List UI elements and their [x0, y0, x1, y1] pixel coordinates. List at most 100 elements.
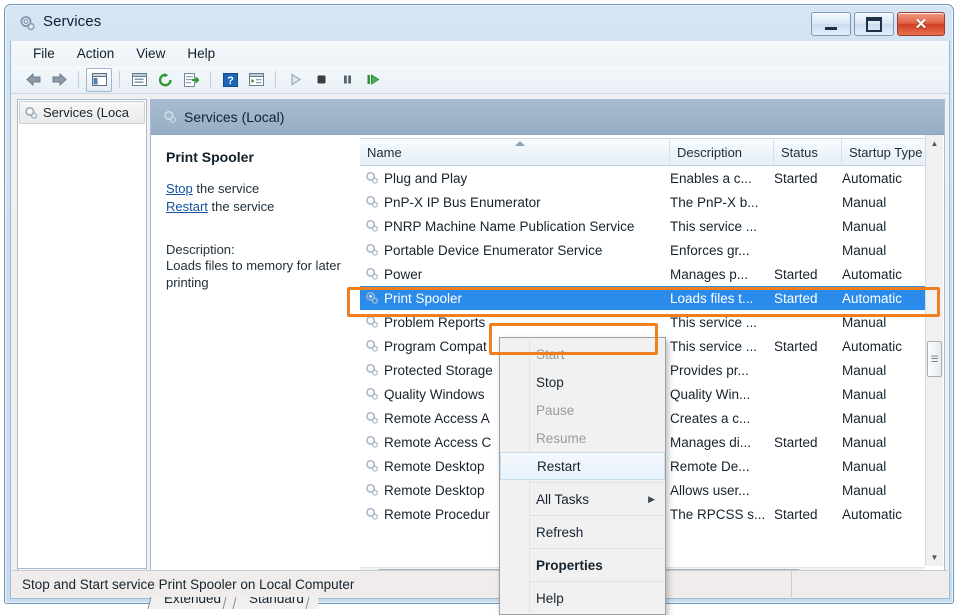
cell-name: Problem Reports — [360, 315, 670, 330]
cell-description: Loads files t... — [670, 290, 754, 306]
scroll-thumb[interactable]: ☰ — [927, 341, 942, 377]
service-gear-icon — [365, 387, 379, 401]
minimize-icon — [825, 26, 837, 30]
context-menu-item-pause: Pause — [500, 396, 665, 424]
service-gear-icon — [365, 291, 379, 305]
context-menu-item-label: Stop — [536, 374, 564, 390]
table-row[interactable]: Print Spooler Loads files t... Started Auto… — [360, 286, 943, 310]
list-vertical-scrollbar[interactable]: ▲ ☰ ▼ — [925, 135, 943, 566]
cell-description: Provides pr... — [670, 362, 749, 378]
service-gear-icon — [365, 195, 379, 209]
service-name: PnP-X IP Bus Enumerator — [384, 194, 541, 210]
table-row[interactable]: Power Manages p... Started Automatic — [360, 262, 943, 286]
service-gear-icon — [365, 483, 379, 497]
cell-description: This service ... — [670, 218, 758, 234]
stop-service-icon[interactable] — [309, 69, 333, 91]
service-gear-icon — [365, 459, 379, 473]
cell-status: Started — [774, 170, 818, 186]
restart-service-icon[interactable] — [361, 69, 385, 91]
service-gear-icon — [365, 171, 379, 185]
service-name: Protected Storage — [384, 362, 493, 378]
column-header-status[interactable]: Status — [774, 139, 842, 165]
service-gear-icon — [365, 219, 379, 233]
context-menu-item-label: Refresh — [536, 524, 584, 540]
service-gear-icon — [365, 267, 379, 281]
service-gear-icon — [365, 315, 379, 329]
service-name: Portable Device Enumerator Service — [384, 242, 603, 258]
stop-service-link[interactable]: Stop — [166, 181, 193, 196]
context-menu-item-stop[interactable]: Stop — [500, 368, 665, 396]
window-title: Services — [43, 13, 102, 30]
scroll-down-icon[interactable]: ▼ — [926, 549, 943, 566]
minimize-button[interactable] — [811, 12, 851, 36]
list-header-row: Name Description Status Startup Type — [360, 138, 943, 166]
cell-description: Creates a c... — [670, 410, 751, 426]
context-menu-item-help[interactable]: Help — [500, 584, 665, 612]
pause-service-icon[interactable] — [335, 69, 359, 91]
menu-action[interactable]: Action — [67, 43, 125, 64]
context-menu-item-label: Pause — [536, 402, 575, 418]
context-menu-item-restart[interactable]: Restart — [500, 452, 665, 480]
description-label: Description: — [166, 242, 235, 257]
show-action-pane-icon[interactable] — [244, 69, 268, 91]
menu-view[interactable]: View — [126, 43, 175, 64]
tree-item-services-local[interactable]: Services (Loca — [19, 101, 145, 124]
scroll-up-icon[interactable]: ▲ — [926, 135, 943, 152]
service-name: Quality Windows — [384, 386, 485, 402]
table-row[interactable]: Plug and Play Enables a c... Started Automa… — [360, 166, 943, 190]
cell-description: This service ... — [670, 314, 758, 330]
context-menu-item-properties[interactable]: Properties — [500, 551, 665, 579]
tool-bar: ? — [11, 66, 949, 94]
services-window: Services ✕ File Action View Help ? Servi… — [0, 0, 964, 615]
forward-icon[interactable] — [47, 69, 71, 91]
service-name: Problem Reports — [384, 314, 486, 330]
submenu-arrow-icon: ▶ — [648, 493, 655, 504]
service-gear-icon — [365, 507, 379, 521]
start-service-icon[interactable] — [283, 69, 307, 91]
status-bar: Stop and Start service Print Spooler on … — [12, 570, 948, 597]
service-name: Remote Desktop — [384, 458, 485, 474]
properties-icon[interactable] — [127, 69, 151, 91]
menu-help[interactable]: Help — [177, 43, 225, 64]
cell-description: The PnP-X b... — [670, 194, 759, 210]
context-menu[interactable]: Start Stop Pause Resume Restart All Tasks ▶ Ref… — [499, 337, 666, 615]
export-list-icon[interactable] — [179, 69, 203, 91]
cell-status: Started — [774, 506, 818, 522]
table-row[interactable]: Problem Reports This service ... Manual — [360, 310, 943, 334]
restart-service-link[interactable]: Restart — [166, 199, 208, 214]
tree-item-label: Services (Loca — [43, 105, 129, 120]
cell-status: Started — [774, 290, 818, 306]
close-icon: ✕ — [914, 15, 928, 33]
context-menu-item-refresh[interactable]: Refresh — [500, 518, 665, 546]
service-gear-icon — [365, 243, 379, 257]
table-row[interactable]: Portable Device Enumerator Service Enforc… — [360, 238, 943, 262]
cell-status: Started — [774, 434, 818, 450]
back-icon[interactable] — [21, 69, 45, 91]
refresh-icon[interactable] — [153, 69, 177, 91]
column-header-name[interactable]: Name — [360, 139, 670, 165]
table-row[interactable]: PnP-X IP Bus Enumerator The PnP-X b... Man… — [360, 190, 943, 214]
stop-service-line: Stop the service — [166, 181, 347, 196]
window-controls: ✕ — [811, 12, 945, 36]
menu-file[interactable]: File — [23, 43, 65, 64]
close-button[interactable]: ✕ — [897, 12, 945, 36]
cell-name: Print Spooler — [360, 291, 670, 306]
cell-name: Power — [360, 267, 670, 282]
restart-service-suffix: the service — [207, 199, 275, 214]
table-row[interactable]: PNRP Machine Name Publication Service Thi… — [360, 214, 943, 238]
context-menu-item-resume: Resume — [500, 424, 665, 452]
help-icon[interactable]: ? — [218, 69, 242, 91]
context-menu-item-label: Restart — [537, 458, 581, 474]
cell-name: Plug and Play — [360, 171, 670, 186]
show-hide-tree-icon[interactable] — [86, 67, 112, 92]
context-menu-item-label: Properties — [536, 557, 603, 573]
toolbar-separator — [119, 71, 120, 88]
stop-service-suffix: the service — [192, 181, 260, 196]
service-detail: Print Spooler Stop the service Restart t… — [152, 135, 357, 585]
column-header-description[interactable]: Description — [670, 139, 774, 165]
context-menu-item-all-tasks[interactable]: All Tasks ▶ — [500, 485, 665, 513]
service-name: PNRP Machine Name Publication Service — [384, 218, 635, 234]
restart-service-line: Restart the service — [166, 199, 347, 214]
maximize-button[interactable] — [854, 12, 894, 36]
service-title: Print Spooler — [166, 149, 254, 165]
